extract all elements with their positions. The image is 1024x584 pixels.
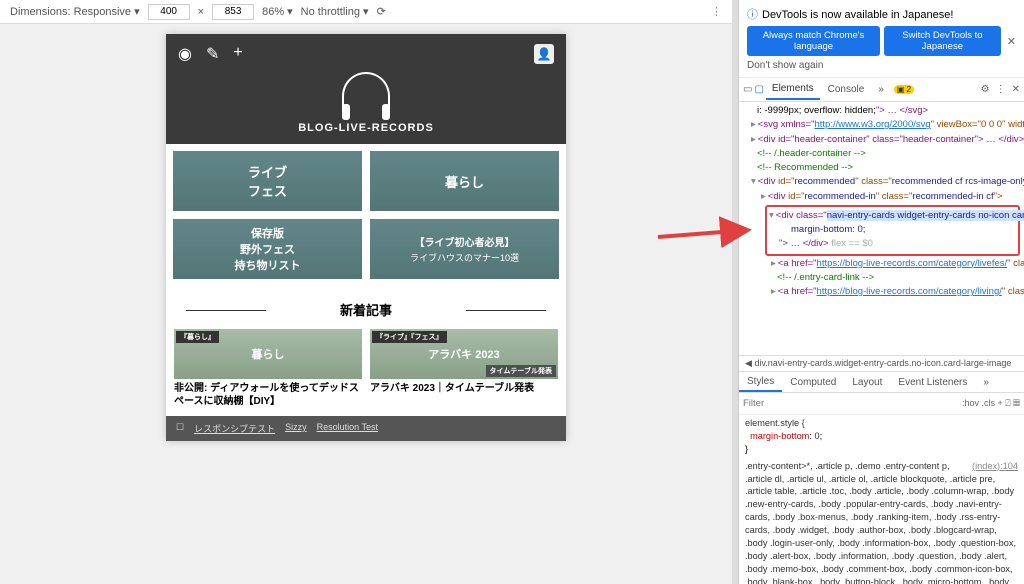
throttle-dropdown[interactable]: No throttling ▾ [301, 5, 369, 18]
brush-icon[interactable]: ✎ [206, 44, 219, 64]
dimension-separator: × [198, 6, 204, 18]
post-grid: 『暮らし』暮らし 非公開: ディアウォールを使ってデッドスペースに収納棚【DIY… [166, 329, 566, 416]
styles-tabs: Styles Computed Layout Event Listeners » [739, 371, 1024, 393]
highlighted-dom-element[interactable]: ▾<div class="navi-entry-cards widget-ent… [765, 205, 1020, 256]
headphone-logo-icon [342, 72, 390, 116]
tab-console[interactable]: Console [822, 80, 871, 99]
dimensions-dropdown[interactable]: Dimensions: Responsive ▾ [10, 5, 140, 18]
mobile-frame: ◉ ✎ + 👤 BLOG-LIVE-RECORDS ライブ フェス 暮らし 保存… [166, 34, 566, 441]
tab-computed[interactable]: Computed [782, 374, 844, 391]
link-sizzy[interactable]: Sizzy [285, 422, 307, 435]
dashboard-icon[interactable]: ◉ [178, 44, 192, 64]
dom-breadcrumb[interactable]: ◀ div.navi-entry-cards.widget-entry-card… [739, 355, 1024, 371]
post-item[interactable]: 『ライブ』『フェス』アラバキ 2023タイムテーブル発表 アラバキ 2023｜タ… [370, 329, 558, 408]
close-devtools-icon[interactable]: ✕ [1012, 84, 1020, 95]
tab-layout[interactable]: Layout [844, 374, 890, 391]
source-link[interactable]: (index):104 [972, 460, 1018, 473]
plus-icon[interactable]: + [233, 44, 242, 64]
styles-pane[interactable]: element.style { margin-bottom: 0;} (inde… [739, 415, 1024, 584]
match-language-button[interactable]: Always match Chrome's language [747, 26, 880, 56]
gear-icon[interactable]: ⚙ [981, 84, 990, 95]
styles-filter-row: :hov .cls + ⍁ ▦ [739, 393, 1024, 415]
issues-badge[interactable]: ▣ 2 [894, 85, 914, 94]
post-item[interactable]: 『暮らし』暮らし 非公開: ディアウォールを使ってデッドスペースに収納棚【DIY… [174, 329, 362, 408]
devtools-banner: ⓘDevTools is now available in Japanese! … [739, 0, 1024, 78]
nav-card-living[interactable]: 暮らし [369, 150, 560, 212]
nav-card-grid: ライブ フェス 暮らし 保存版 野外フェス 持ち物リスト 【ライブ初心者必見】ラ… [166, 144, 566, 286]
nav-card-packing[interactable]: 保存版 野外フェス 持ち物リスト [172, 218, 363, 280]
more-options-icon[interactable]: ⋮ [711, 5, 722, 18]
zoom-dropdown[interactable]: 86% ▾ [262, 5, 293, 18]
switch-language-button[interactable]: Switch DevTools to Japanese [884, 26, 1001, 56]
tab-more[interactable]: » [872, 80, 890, 99]
inspect-icon[interactable]: ▭ [743, 84, 752, 95]
app-header: ◉ ✎ + 👤 BLOG-LIVE-RECORDS [166, 34, 566, 144]
link-responsive[interactable]: レスポンシブテスト [194, 422, 275, 435]
styles-tools[interactable]: :hov .cls + ⍁ ▦ [962, 398, 1020, 409]
bottom-bar: ☐ レスポンシブテスト Sizzy Resolution Test [166, 416, 566, 441]
checkbox-icon[interactable]: ☐ [176, 422, 184, 435]
section-title-new: 新着記事 [166, 300, 566, 319]
tab-events[interactable]: Event Listeners [890, 374, 975, 391]
devtools-tabs: ▭ ▢ Elements Console » ▣ 2 ⚙ ⋮ ✕ [739, 78, 1024, 102]
nav-card-livefes[interactable]: ライブ フェス [172, 150, 363, 212]
link-resolution[interactable]: Resolution Test [317, 422, 378, 435]
nav-card-manners[interactable]: 【ライブ初心者必見】ライブハウスのマナー10選 [369, 218, 560, 280]
close-icon[interactable]: ✕ [1007, 35, 1016, 48]
tab-elements[interactable]: Elements [766, 79, 820, 100]
height-input[interactable] [212, 4, 254, 20]
kebab-icon[interactable]: ⋮ [996, 84, 1006, 95]
preview-area: ◉ ✎ + 👤 BLOG-LIVE-RECORDS ライブ フェス 暮らし 保存… [0, 24, 732, 584]
devtools-panel: ⓘDevTools is now available in Japanese! … [738, 0, 1024, 584]
rotate-icon[interactable]: ⟳ [377, 5, 386, 18]
info-icon: ⓘ [747, 9, 758, 21]
tab-styles[interactable]: Styles [739, 373, 782, 392]
device-mode-icon[interactable]: ▢ [754, 84, 763, 95]
dont-show-again[interactable]: Don't show again [747, 60, 1016, 71]
site-title: BLOG-LIVE-RECORDS [174, 122, 558, 134]
width-input[interactable] [148, 4, 190, 20]
dom-tree[interactable]: i: -9999px; overflow: hidden;"> … </svg>… [739, 102, 1024, 355]
styles-filter-input[interactable] [743, 398, 958, 409]
device-toolbar: Dimensions: Responsive ▾ × 86% ▾ No thro… [0, 0, 732, 24]
avatar[interactable]: 👤 [534, 44, 554, 64]
pane-divider[interactable] [732, 0, 738, 584]
tab-styles-more[interactable]: » [975, 374, 997, 391]
